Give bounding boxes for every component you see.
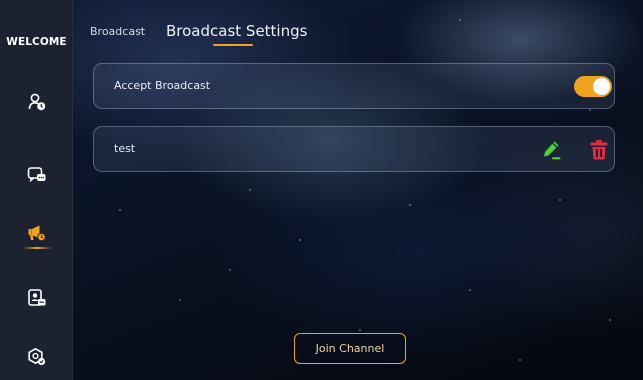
accept-broadcast-toggle[interactable]: [574, 76, 612, 97]
toggle-knob: [593, 78, 610, 95]
tab-broadcast[interactable]: Broadcast: [90, 25, 145, 38]
edit-channel-button[interactable]: [540, 138, 564, 162]
delete-channel-button[interactable]: [588, 138, 610, 162]
tab-broadcast-settings[interactable]: Broadcast Settings: [166, 22, 307, 40]
join-channel-button[interactable]: Join Channel: [294, 333, 406, 364]
sidebar-item-settings[interactable]: [0, 337, 73, 377]
sidebar-item-user-clock[interactable]: [0, 82, 73, 122]
trash-icon: [590, 140, 608, 160]
sidebar-item-contacts[interactable]: [0, 278, 73, 318]
chat-bubbles-icon: [27, 167, 46, 183]
user-clock-icon: [28, 93, 46, 111]
app-screen: WELCOME Broadcast Broadcast Settings Acc…: [0, 0, 643, 380]
active-item-indicator: [22, 247, 52, 249]
contact-card-icon: [28, 289, 46, 306]
channel-row[interactable]: test: [93, 126, 615, 172]
starfield-background: [0, 0, 643, 380]
sidebar: WELCOME: [0, 0, 73, 380]
sidebar-brand: WELCOME: [6, 36, 67, 48]
channel-name: test: [114, 142, 136, 155]
accept-broadcast-row: Accept Broadcast: [93, 63, 615, 109]
broadcast-megaphone-icon: [28, 225, 46, 242]
active-tab-indicator: [213, 44, 253, 46]
settings-hex-icon: [28, 347, 46, 366]
accept-broadcast-label: Accept Broadcast: [114, 79, 211, 92]
pencil-icon: [544, 141, 561, 160]
sidebar-item-broadcast[interactable]: [0, 213, 73, 253]
sidebar-item-chat[interactable]: [0, 155, 73, 195]
